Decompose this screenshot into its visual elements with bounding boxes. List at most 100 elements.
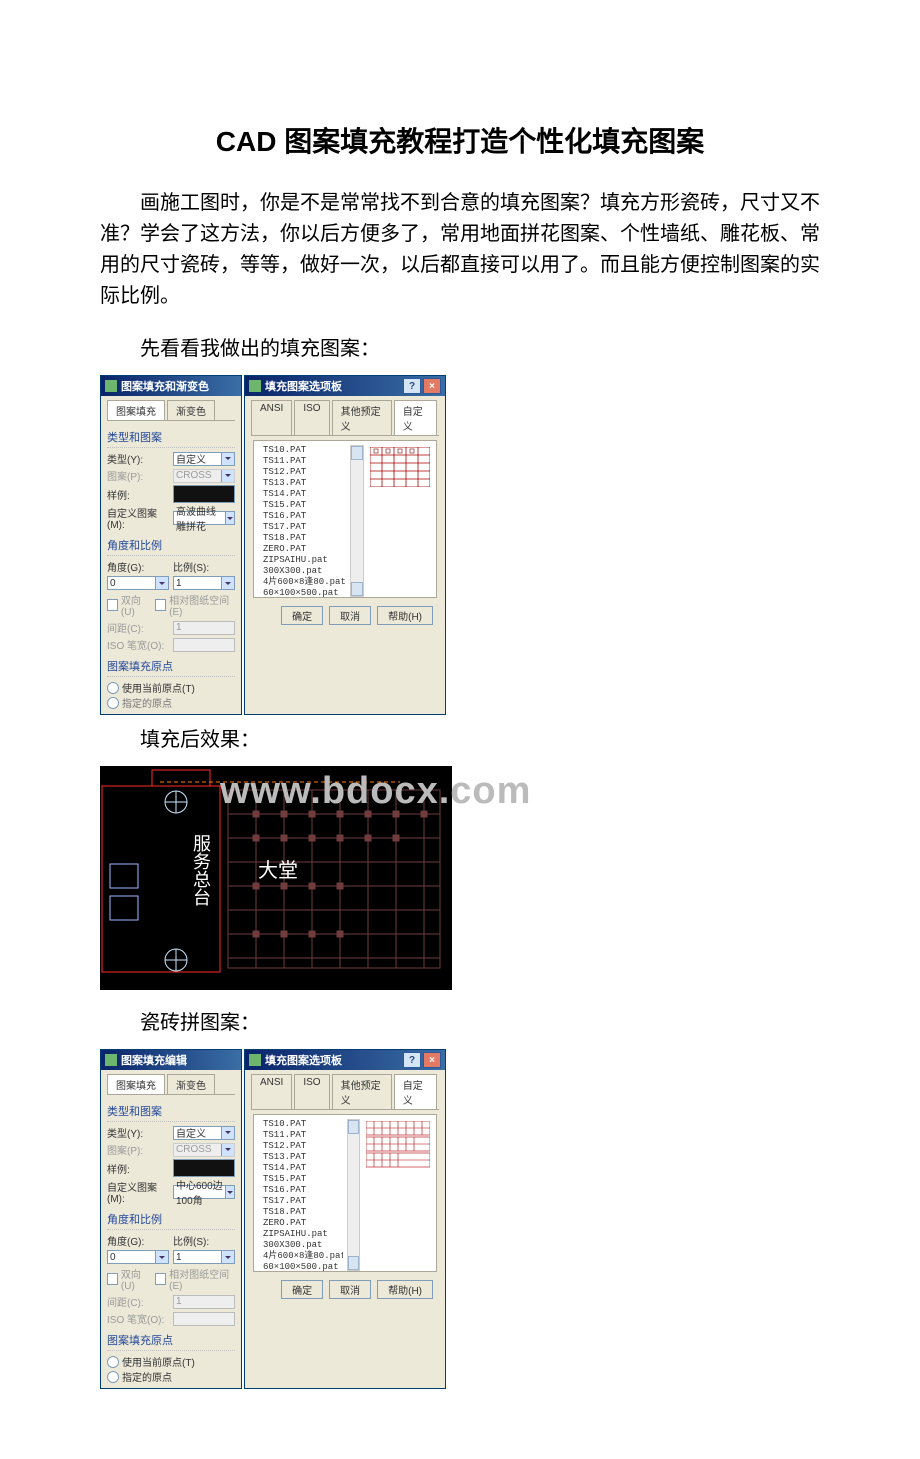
pattern-list-item[interactable]: TS10.PAT <box>262 1119 343 1130</box>
pattern-list-item[interactable]: ZIPSAIHU.pat <box>262 555 346 566</box>
pattern-list-item[interactable]: TS11.PAT <box>262 1130 343 1141</box>
sample-swatch <box>173 485 235 503</box>
chk-relative-label: 相对图纸空间(E) <box>169 1266 235 1292</box>
input-iso <box>173 1312 235 1326</box>
pattern-list-item[interactable]: TS15.PAT <box>262 1174 343 1185</box>
tab-custom[interactable]: 自定义 <box>394 1074 437 1109</box>
close-button[interactable]: × <box>423 378 441 394</box>
pattern-list-item[interactable]: TS17.PAT <box>262 1196 343 1207</box>
rad-specified-origin[interactable]: 指定的原点 <box>107 695 235 710</box>
scrollbar[interactable] <box>350 445 364 597</box>
palette-tab-row: ANSI ISO 其他预定义 自定义 <box>251 1074 439 1110</box>
checkbox-icon <box>155 599 166 611</box>
combo-angle[interactable]: 0 <box>107 1250 169 1264</box>
pattern-preview-grid <box>368 445 432 597</box>
ok-button[interactable]: 确定 <box>281 1280 323 1299</box>
pattern-list-item[interactable]: 4片600×8逢80.pat <box>262 577 346 588</box>
rad-specified-origin[interactable]: 指定的原点 <box>107 1369 235 1384</box>
pattern-list-item[interactable]: TS16.PAT <box>262 1185 343 1196</box>
tab-hatch[interactable]: 图案填充 <box>107 1074 165 1094</box>
pattern-list-item[interactable]: TS14.PAT <box>262 1163 343 1174</box>
tab-iso[interactable]: ISO <box>294 1074 329 1109</box>
cancel-button[interactable]: 取消 <box>329 1280 371 1299</box>
tab-other-predef[interactable]: 其他预定义 <box>332 400 392 435</box>
scroll-up-button[interactable] <box>351 446 363 460</box>
tab-iso[interactable]: ISO <box>294 400 329 435</box>
scroll-down-button[interactable] <box>351 582 363 596</box>
pattern-list-item[interactable]: TS12.PAT <box>262 467 346 478</box>
pattern-list-item[interactable]: TS12.PAT <box>262 1141 343 1152</box>
pattern-list-item[interactable]: TS11.PAT <box>262 456 346 467</box>
scrollbar[interactable] <box>347 1119 360 1271</box>
chk-relative[interactable]: 相对图纸空间(E) <box>155 1266 235 1292</box>
hatch-editor-title: 图案填充编辑 <box>121 1052 187 1068</box>
tab-ansi[interactable]: ANSI <box>251 1074 292 1109</box>
help-button[interactable]: ? <box>403 1052 421 1068</box>
cad-result-screenshot: www.bdocx.com <box>100 766 452 990</box>
pattern-list[interactable]: TS10.PATTS11.PATTS12.PATTS13.PATTS14.PAT… <box>262 445 346 597</box>
doc-title: CAD 图案填充教程打造个性化填充图案 <box>100 120 820 160</box>
pattern-list-item[interactable]: TS10.PAT <box>262 445 346 456</box>
pattern-list-item[interactable]: TS18.PAT <box>262 1207 343 1218</box>
pattern-list-item[interactable]: 300X300.pat <box>262 566 346 577</box>
pattern-list-item[interactable]: TS13.PAT <box>262 1152 343 1163</box>
cancel-button[interactable]: 取消 <box>329 606 371 625</box>
help-button[interactable]: ? <box>403 378 421 394</box>
rad-current-origin[interactable]: 使用当前原点(T) <box>107 1354 235 1369</box>
tab-custom[interactable]: 自定义 <box>394 400 437 435</box>
combo-custom-pattern[interactable]: 高波曲线雕拼花 <box>173 511 235 525</box>
combo-pattern: CROSS <box>173 469 235 483</box>
pattern-list-item[interactable]: ZERO.PAT <box>262 1218 343 1229</box>
rad-spec-label: 指定的原点 <box>122 695 172 710</box>
pattern-list-item[interactable]: TS14.PAT <box>262 489 346 500</box>
pattern-list-item[interactable]: ZIPSAIHU.pat <box>262 1229 343 1240</box>
section-angle-scale: 角度和比例 <box>107 533 235 556</box>
input-iso <box>173 638 235 652</box>
scroll-up-button[interactable] <box>348 1120 359 1134</box>
chk-double[interactable]: 双向(U) <box>107 592 151 618</box>
section-angle-scale: 角度和比例 <box>107 1207 235 1230</box>
pattern-list-item[interactable]: TS13.PAT <box>262 478 346 489</box>
combo-custom-pattern[interactable]: 中心600边100角 <box>173 1185 235 1199</box>
close-button[interactable]: × <box>423 1052 441 1068</box>
chk-relative[interactable]: 相对图纸空间(E) <box>155 592 235 618</box>
combo-type[interactable]: 自定义 <box>173 1126 235 1140</box>
combo-type-value: 自定义 <box>176 1125 206 1140</box>
scroll-down-button[interactable] <box>348 1256 359 1270</box>
tab-other-predef[interactable]: 其他预定义 <box>332 1074 392 1109</box>
help-button-footer[interactable]: 帮助(H) <box>377 1280 433 1299</box>
chk-double[interactable]: 双向(U) <box>107 1266 151 1292</box>
pattern-list-item[interactable]: 60×100×500.pat <box>262 588 346 597</box>
pattern-list-item[interactable]: TS17.PAT <box>262 522 346 533</box>
help-button-footer[interactable]: 帮助(H) <box>377 606 433 625</box>
lbl-iso: ISO 笔宽(O): <box>107 1311 169 1326</box>
chevron-down-icon <box>221 1144 234 1156</box>
combo-angle[interactable]: 0 <box>107 576 169 590</box>
input-spacing: 1 <box>173 621 235 635</box>
combo-scale[interactable]: 1 <box>173 576 235 590</box>
pattern-list-item[interactable]: ZERO.PAT <box>262 544 346 555</box>
chevron-down-icon <box>221 577 234 589</box>
pattern-list-item[interactable]: 60×100×500.pat <box>262 1262 343 1271</box>
ok-button[interactable]: 确定 <box>281 606 323 625</box>
pattern-list-item[interactable]: TS18.PAT <box>262 533 346 544</box>
tab-hatch[interactable]: 图案填充 <box>107 400 165 420</box>
chevron-down-icon <box>155 1251 168 1263</box>
tab-gradient[interactable]: 渐变色 <box>167 1074 215 1094</box>
cad-label-desk: 服务总台 <box>188 834 214 906</box>
pattern-list[interactable]: TS10.PATTS11.PATTS12.PATTS13.PATTS14.PAT… <box>262 1119 343 1271</box>
radio-icon <box>107 1356 119 1368</box>
pattern-list-item[interactable]: TS16.PAT <box>262 511 346 522</box>
pattern-list-item[interactable]: 4片600×8逢80.pat <box>262 1251 343 1262</box>
rad-current-origin[interactable]: 使用当前原点(T) <box>107 680 235 695</box>
pattern-list-item[interactable]: 300X300.pat <box>262 1240 343 1251</box>
tab-gradient[interactable]: 渐变色 <box>167 400 215 420</box>
pattern-list-item[interactable]: TS15.PAT <box>262 500 346 511</box>
lbl-type: 类型(Y): <box>107 451 169 466</box>
tab-ansi[interactable]: ANSI <box>251 400 292 435</box>
section-origin: 图案填充原点 <box>107 654 235 677</box>
sample-swatch <box>173 1159 235 1177</box>
hatch-editor-dialog-1: 图案填充和渐变色 图案填充 渐变色 类型和图案 类型(Y): 自定义 图案(P)… <box>100 375 242 715</box>
combo-type[interactable]: 自定义 <box>173 452 235 466</box>
combo-scale[interactable]: 1 <box>173 1250 235 1264</box>
